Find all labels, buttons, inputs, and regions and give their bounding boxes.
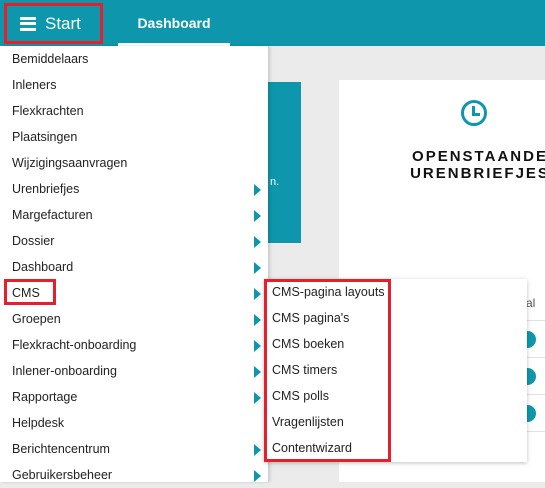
start-label: Start	[45, 13, 81, 33]
submenu-arrow-icon	[254, 262, 261, 274]
menu-item-plaatsingen[interactable]: Plaatsingen	[0, 124, 268, 150]
menu-item-gebruikersbeheer[interactable]: Gebruikersbeheer	[0, 462, 268, 488]
menu-item-label: Berichtencentrum	[12, 442, 110, 456]
menu-item-flexkrachten[interactable]: Flexkrachten	[0, 98, 268, 124]
submenu-arrow-icon	[254, 288, 261, 300]
menu-item-flexkracht-onboarding[interactable]: Flexkracht-onboarding	[0, 332, 268, 358]
submenu-arrow-icon	[254, 210, 261, 222]
tab-dashboard[interactable]: Dashboard	[118, 0, 230, 46]
submenu-highlight	[264, 279, 391, 462]
submenu-arrow-icon	[254, 392, 261, 404]
menu-item-bemiddelaars[interactable]: Bemiddelaars	[0, 46, 268, 72]
menu-item-dashboard[interactable]: Dashboard	[0, 254, 268, 280]
menu-item-label: Bemiddelaars	[12, 52, 89, 66]
submenu-arrow-icon	[254, 366, 261, 378]
menu-item-label: Dashboard	[12, 260, 74, 274]
menu-item-label: Margefacturen	[12, 208, 93, 222]
background-tile	[268, 82, 301, 243]
top-bar: Start Dashboard	[0, 0, 545, 46]
submenu-arrow-icon	[254, 444, 261, 456]
menu-item-berichtencentrum[interactable]: Berichtencentrum	[0, 436, 268, 462]
menu-item-label: Gebruikersbeheer	[12, 468, 113, 482]
card-title-line1: OPENSTAANDE	[412, 148, 545, 165]
submenu-arrow-icon	[254, 236, 261, 248]
submenu-arrow-icon	[254, 340, 261, 352]
menu-item-label: Helpdesk	[12, 416, 65, 430]
submenu-arrow-icon	[254, 184, 261, 196]
start-menu-button[interactable]: Start	[4, 3, 103, 44]
menu-item-label: Inleners	[12, 78, 57, 92]
menu-item-urenbriefjes[interactable]: Urenbriefjes	[0, 176, 268, 202]
menu-item-inleners[interactable]: Inleners	[0, 72, 268, 98]
menu-item-label: Groepen	[12, 312, 61, 326]
card-title: OPENSTAANDE URENBRIEFJES	[405, 148, 545, 182]
submenu-arrow-icon	[254, 470, 261, 482]
menu-item-label: Urenbriefjes	[12, 182, 80, 196]
menu-item-margefacturen[interactable]: Margefacturen	[0, 202, 268, 228]
card-column-header-fragment: al	[526, 296, 536, 310]
menu-item-label: Dossier	[12, 234, 55, 248]
menu-item-label: Wijzigingsaanvragen	[12, 156, 128, 170]
hamburger-icon	[20, 16, 36, 31]
menu-item-label: Flexkrachten	[12, 104, 84, 118]
cms-highlight	[4, 279, 56, 305]
start-menu: Bemiddelaars Inleners Flexkrachten Plaatsin…	[0, 46, 268, 482]
background-tile-text: n.	[270, 176, 280, 188]
menu-item-helpdesk[interactable]: Helpdesk	[0, 410, 268, 436]
menu-item-groepen[interactable]: Groepen	[0, 306, 268, 332]
submenu-arrow-icon	[254, 314, 261, 326]
menu-item-wijzigingsaanvragen[interactable]: Wijzigingsaanvragen	[0, 150, 268, 176]
card-title-line2: URENBRIEFJES	[410, 165, 545, 182]
menu-item-label: Flexkracht-onboarding	[12, 338, 137, 352]
menu-item-inlener-onboarding[interactable]: Inlener-onboarding	[0, 358, 268, 384]
menu-item-label: Inlener-onboarding	[12, 364, 117, 378]
menu-item-dossier[interactable]: Dossier	[0, 228, 268, 254]
menu-item-label: Plaatsingen	[12, 130, 78, 144]
menu-item-label: Rapportage	[12, 390, 78, 404]
clock-icon	[461, 100, 487, 126]
menu-item-rapportage[interactable]: Rapportage	[0, 384, 268, 410]
